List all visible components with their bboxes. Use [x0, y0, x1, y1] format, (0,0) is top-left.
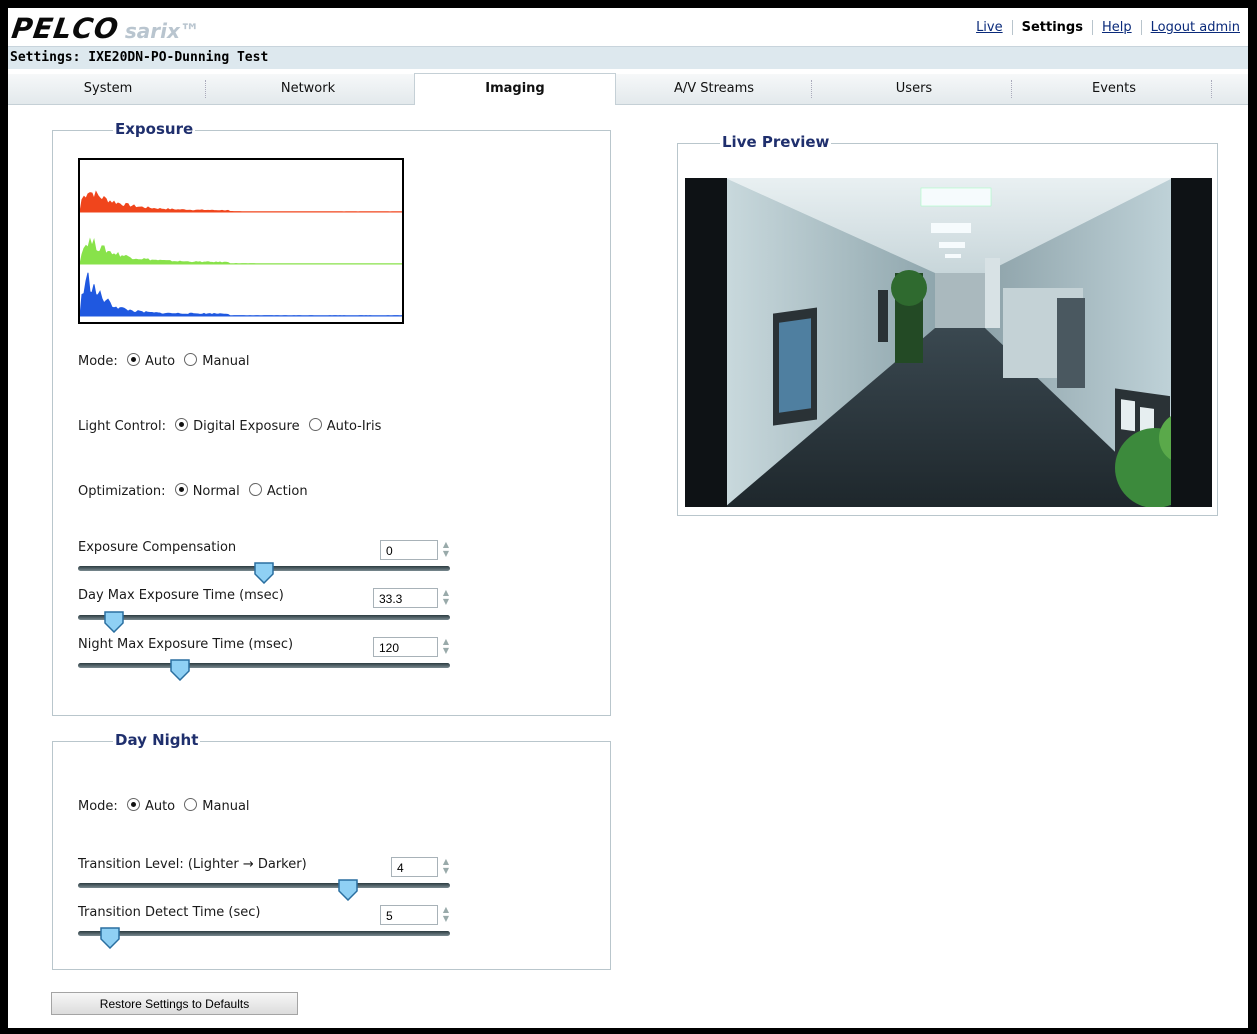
exposure-compensation-label: Exposure Compensation: [78, 540, 237, 555]
tab-label: A/V Streams: [673, 81, 755, 96]
night-max-exposure-label: Night Max Exposure Time (msec): [78, 637, 294, 652]
exposure-mode-auto-radio[interactable]: [126, 353, 140, 366]
optimization-action-radio[interactable]: [248, 483, 262, 496]
radio-label: Auto: [144, 799, 176, 814]
exposure-histogram: [78, 158, 404, 324]
nav-separator: [1091, 20, 1093, 35]
tab-label: Events: [1091, 81, 1136, 96]
day-max-exposure-label: Day Max Exposure Time (msec): [78, 588, 284, 603]
optimization-label: Optimization:: [78, 484, 166, 499]
day-night-mode-auto-radio[interactable]: [126, 798, 140, 811]
light-auto-iris-radio[interactable]: [308, 418, 322, 431]
transition-detect-slider[interactable]: [78, 931, 450, 936]
exposure-mode-manual-radio[interactable]: [184, 353, 198, 366]
logo-text: PELCO: [9, 12, 122, 45]
exposure-legend: Exposure: [113, 120, 196, 138]
histogram-blue-channel: [80, 272, 402, 317]
day-max-exposure-spinner[interactable]: ▲ ▼: [441, 588, 451, 608]
logo-product: sarix™: [124, 19, 200, 43]
histogram-green-channel: [80, 237, 402, 265]
app-window: PELCO sarix™ Live Settings Help Logout a…: [8, 8, 1248, 1028]
transition-level-input[interactable]: 4: [391, 857, 438, 877]
exposure-compensation-input[interactable]: 0: [380, 540, 438, 560]
night-max-exposure-spinner[interactable]: ▲ ▼: [441, 637, 451, 657]
hallway-scene-image: [685, 178, 1212, 507]
exposure-compensation-thumb[interactable]: [253, 562, 275, 584]
nav-help-link[interactable]: Help: [1102, 20, 1132, 35]
transition-level-label: Transition Level: (Lighter → Darker): [78, 857, 307, 872]
nav-live-link[interactable]: Live: [976, 20, 1003, 35]
transition-detect-thumb[interactable]: [99, 927, 121, 949]
transition-detect-label: Transition Detect Time (sec): [78, 905, 261, 920]
transition-level-slider[interactable]: [78, 883, 450, 888]
histogram-red-channel: [80, 190, 402, 213]
exposure-compensation-spinner[interactable]: ▲ ▼: [441, 540, 451, 560]
tab-label: Network: [280, 81, 336, 96]
tab-imaging[interactable]: Imaging: [414, 73, 616, 105]
tab-av-streams[interactable]: A/V Streams: [614, 74, 814, 104]
top-navigation: Live Settings Help Logout admin: [976, 20, 1240, 35]
day-max-exposure-input[interactable]: 33.3: [373, 588, 438, 608]
nav-separator: [1140, 20, 1142, 35]
day-max-exposure-slider[interactable]: [78, 615, 450, 620]
radio-label: Auto: [144, 354, 176, 369]
tab-events[interactable]: Events: [1014, 74, 1214, 104]
page-title-bar: Settings: IXE20DN-PO-Dunning Test: [8, 46, 1248, 69]
light-control-label: Light Control:: [78, 419, 166, 434]
day-max-exposure-thumb[interactable]: [103, 611, 125, 633]
radio-label: Auto-Iris: [326, 419, 382, 434]
restore-defaults-button[interactable]: Restore Settings to Defaults: [51, 992, 298, 1015]
settings-tabs: System Network Imaging A/V Streams Users…: [8, 73, 1248, 105]
day-night-mode-label: Mode:: [78, 799, 118, 814]
tab-users[interactable]: Users: [814, 74, 1014, 104]
page-title: Settings: IXE20DN-PO-Dunning Test: [10, 50, 269, 65]
night-max-exposure-slider[interactable]: [78, 663, 450, 668]
night-max-exposure-thumb[interactable]: [169, 659, 191, 681]
radio-label: Normal: [192, 484, 240, 499]
live-preview-video[interactable]: [685, 178, 1212, 507]
day-night-legend: Day Night: [113, 731, 201, 749]
light-digital-exposure-radio[interactable]: [175, 418, 189, 431]
tab-label: Imaging: [485, 81, 545, 96]
histogram-chart: [80, 190, 402, 317]
radio-label: Manual: [202, 799, 250, 814]
day-night-mode-row: Mode: Auto Manual: [78, 798, 250, 814]
nav-settings-current: Settings: [1021, 20, 1083, 35]
tab-system[interactable]: System: [8, 74, 208, 104]
exposure-mode-label: Mode:: [78, 354, 118, 369]
exposure-mode-row: Mode: Auto Manual: [78, 353, 250, 369]
optimization-row: Optimization: Normal Action: [78, 483, 308, 499]
light-control-row: Light Control: Digital Exposure Auto-Iri…: [78, 418, 381, 434]
tab-separator: [1211, 80, 1214, 98]
radio-label: Digital Exposure: [193, 419, 300, 434]
nav-separator: [1011, 20, 1013, 35]
day-night-mode-manual-radio[interactable]: [184, 798, 198, 811]
transition-detect-spinner[interactable]: ▲ ▼: [441, 905, 451, 925]
transition-level-spinner[interactable]: ▲ ▼: [441, 857, 451, 877]
tab-label: Users: [895, 81, 933, 96]
pelco-logo: PELCO sarix™: [9, 12, 200, 45]
tab-label: System: [83, 81, 133, 96]
tab-network[interactable]: Network: [208, 74, 408, 104]
nav-logout-link[interactable]: Logout admin: [1151, 20, 1240, 35]
optimization-normal-radio[interactable]: [174, 483, 188, 496]
radio-label: Manual: [202, 354, 250, 369]
radio-label: Action: [266, 484, 308, 499]
top-bar: PELCO sarix™ Live Settings Help Logout a…: [8, 8, 1248, 46]
transition-level-thumb[interactable]: [337, 879, 359, 901]
transition-detect-input[interactable]: 5: [380, 905, 438, 925]
live-preview-legend: Live Preview: [720, 133, 832, 151]
night-max-exposure-input[interactable]: 120: [373, 637, 438, 657]
